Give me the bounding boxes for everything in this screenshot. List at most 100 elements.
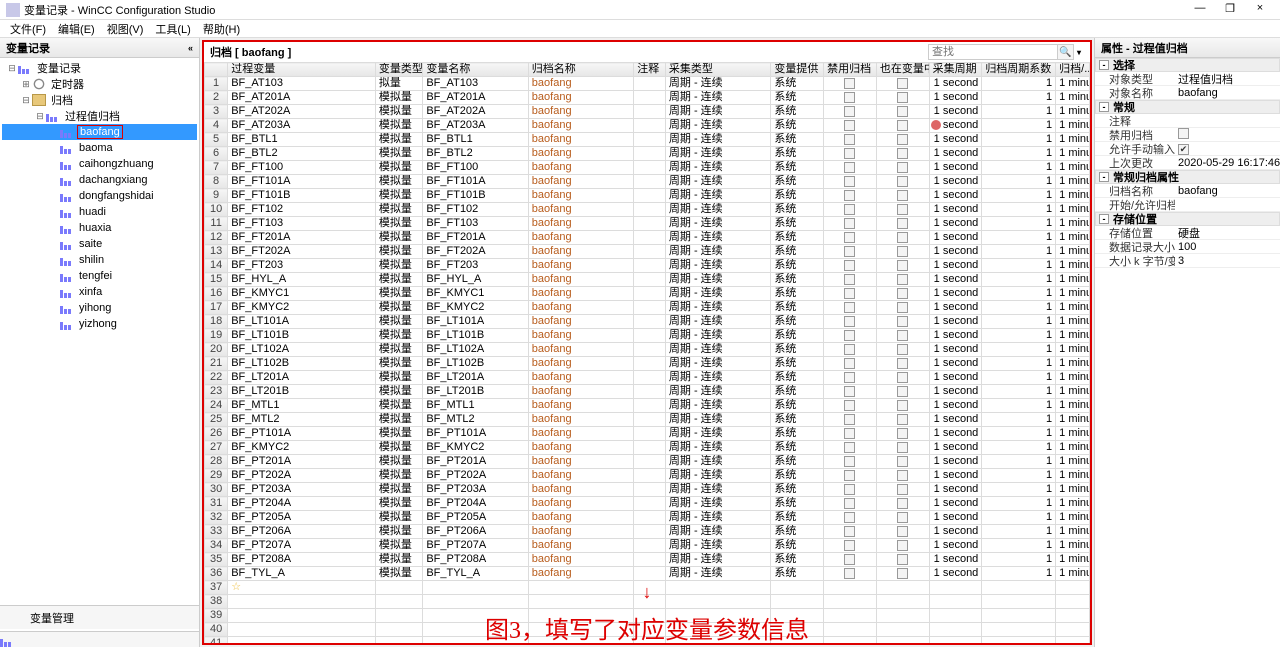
- cell-period[interactable]: 1 second: [929, 497, 982, 511]
- cell-vartype[interactable]: 模拟量: [375, 483, 422, 497]
- checkbox-icon[interactable]: [844, 344, 855, 355]
- cell-comment[interactable]: [634, 343, 666, 357]
- tree-item-dachangxiang[interactable]: dachangxiang: [2, 172, 197, 188]
- cell-also[interactable]: [876, 511, 929, 525]
- cell-also[interactable]: [876, 455, 929, 469]
- cell-factor[interactable]: 1: [982, 273, 1056, 287]
- checkbox-icon[interactable]: [844, 204, 855, 215]
- cell-archive[interactable]: baofang: [528, 553, 633, 567]
- cell-tag[interactable]: BF_TYL_A: [228, 567, 376, 581]
- prop-value[interactable]: baofang: [1175, 185, 1280, 197]
- cell-varname[interactable]: BF_PT206A: [423, 525, 528, 539]
- bottom-switcher[interactable]: 变量管理: [0, 605, 199, 629]
- cell-factor[interactable]: 1: [982, 511, 1056, 525]
- prop-row[interactable]: 对象名称baofang: [1095, 86, 1280, 100]
- cell-also[interactable]: [876, 497, 929, 511]
- grid-scroll[interactable]: 过程变量变量类型变量名称归档名称注释采集类型变量提供禁用归档也在变量中采集周期归…: [204, 62, 1090, 643]
- checkbox-icon[interactable]: [897, 316, 908, 327]
- cell-archive[interactable]: baofang: [528, 189, 633, 203]
- cell-varname[interactable]: BF_BTL2: [423, 147, 528, 161]
- table-row[interactable]: 31BF_PT204A模拟量BF_PT204Abaofang周期 - 连续系统1…: [205, 497, 1090, 511]
- cell-comment[interactable]: [634, 455, 666, 469]
- cell-provider[interactable]: 系统: [771, 427, 824, 441]
- cell-varname[interactable]: BF_FT203: [423, 259, 528, 273]
- cell-factor[interactable]: 1: [982, 231, 1056, 245]
- cell-tag[interactable]: BF_MTL2: [228, 413, 376, 427]
- checkbox-icon[interactable]: [897, 176, 908, 187]
- menu-2[interactable]: 视图(V): [101, 21, 150, 37]
- cell-also[interactable]: [876, 469, 929, 483]
- cell-acqtype[interactable]: 周期 - 连续: [665, 343, 770, 357]
- cell-disable[interactable]: [824, 315, 877, 329]
- cell-comment[interactable]: [634, 147, 666, 161]
- cell-archperiod[interactable]: 1 minu: [1056, 413, 1090, 427]
- cell-also[interactable]: [876, 343, 929, 357]
- cell-period[interactable]: 1 second: [929, 77, 982, 91]
- table-row[interactable]: 30BF_PT203A模拟量BF_PT203Abaofang周期 - 连续系统1…: [205, 483, 1090, 497]
- cell-tag[interactable]: BF_KMYC1: [228, 287, 376, 301]
- cell-tag[interactable]: BF_KMYC2: [228, 301, 376, 315]
- cell-archive[interactable]: baofang: [528, 441, 633, 455]
- cell-also[interactable]: [876, 133, 929, 147]
- cell-provider[interactable]: 系统: [771, 287, 824, 301]
- column-header[interactable]: 采集周期: [929, 63, 982, 77]
- cell-provider[interactable]: 系统: [771, 329, 824, 343]
- cell-archperiod[interactable]: 1 minu: [1056, 329, 1090, 343]
- cell-disable[interactable]: [824, 77, 877, 91]
- cell-varname[interactable]: BF_PT204A: [423, 497, 528, 511]
- cell-disable[interactable]: [824, 231, 877, 245]
- table-row[interactable]: 2BF_AT201A模拟量BF_AT201Abaofang周期 - 连续系统1 …: [205, 91, 1090, 105]
- cell-archperiod[interactable]: 1 minu: [1056, 371, 1090, 385]
- cell-acqtype[interactable]: 周期 - 连续: [665, 483, 770, 497]
- checkbox-icon[interactable]: [897, 106, 908, 117]
- cell-vartype[interactable]: 模拟量: [375, 553, 422, 567]
- tree-item-yizhong[interactable]: yizhong: [2, 316, 197, 332]
- cell-disable[interactable]: [824, 245, 877, 259]
- cell-varname[interactable]: BF_LT201B: [423, 385, 528, 399]
- checkbox-icon[interactable]: [844, 554, 855, 565]
- cell-factor[interactable]: 1: [982, 175, 1056, 189]
- cell-disable[interactable]: [824, 483, 877, 497]
- cell-acqtype[interactable]: 周期 - 连续: [665, 245, 770, 259]
- column-header[interactable]: 注释: [634, 63, 666, 77]
- cell-period[interactable]: 1 second: [929, 441, 982, 455]
- table-row[interactable]: 18BF_LT101A模拟量BF_LT101Abaofang周期 - 连续系统1…: [205, 315, 1090, 329]
- checkbox-icon[interactable]: [897, 414, 908, 425]
- cell-comment[interactable]: [634, 259, 666, 273]
- cell-varname[interactable]: BF_AT203A: [423, 119, 528, 133]
- cell-comment[interactable]: [634, 553, 666, 567]
- cell-disable[interactable]: [824, 413, 877, 427]
- cell-comment[interactable]: [634, 567, 666, 581]
- cell-varname[interactable]: BF_PT101A: [423, 427, 528, 441]
- cell-acqtype[interactable]: 周期 - 连续: [665, 413, 770, 427]
- cell-archperiod[interactable]: 1 minu: [1056, 245, 1090, 259]
- cell-vartype[interactable]: 模拟量: [375, 371, 422, 385]
- cell-also[interactable]: [876, 189, 929, 203]
- checkbox-icon[interactable]: [897, 470, 908, 481]
- cell-archperiod[interactable]: 1 minu: [1056, 553, 1090, 567]
- table-row[interactable]: 23BF_LT201B模拟量BF_LT201Bbaofang周期 - 连续系统1…: [205, 385, 1090, 399]
- cell-tag[interactable]: BF_KMYC2: [228, 441, 376, 455]
- checkbox-icon[interactable]: [897, 568, 908, 579]
- column-header[interactable]: 变量类型: [375, 63, 422, 77]
- checkbox-icon[interactable]: [897, 554, 908, 565]
- cell-vartype[interactable]: 拟量: [375, 77, 422, 91]
- cell-acqtype[interactable]: 周期 - 连续: [665, 161, 770, 175]
- table-row[interactable]: 25BF_MTL2模拟量BF_MTL2baofang周期 - 连续系统1 sec…: [205, 413, 1090, 427]
- cell-comment[interactable]: [634, 91, 666, 105]
- cell-disable[interactable]: [824, 567, 877, 581]
- cell-period[interactable]: 1 second: [929, 231, 982, 245]
- tree-item-huadi[interactable]: huadi: [2, 204, 197, 220]
- cell-vartype[interactable]: 模拟量: [375, 245, 422, 259]
- table-row[interactable]: 7BF_FT100模拟量BF_FT100baofang周期 - 连续系统1 se…: [205, 161, 1090, 175]
- checkbox-icon[interactable]: [844, 470, 855, 481]
- cell-tag[interactable]: BF_AT202A: [228, 105, 376, 119]
- cell-varname[interactable]: BF_FT201A: [423, 231, 528, 245]
- cell-provider[interactable]: 系统: [771, 385, 824, 399]
- cell-acqtype[interactable]: 周期 - 连续: [665, 105, 770, 119]
- cell-provider[interactable]: 系统: [771, 343, 824, 357]
- cell-acqtype[interactable]: 周期 - 连续: [665, 399, 770, 413]
- cell-varname[interactable]: BF_LT201A: [423, 371, 528, 385]
- cell-period[interactable]: 1 second: [929, 399, 982, 413]
- cell-vartype[interactable]: 模拟量: [375, 231, 422, 245]
